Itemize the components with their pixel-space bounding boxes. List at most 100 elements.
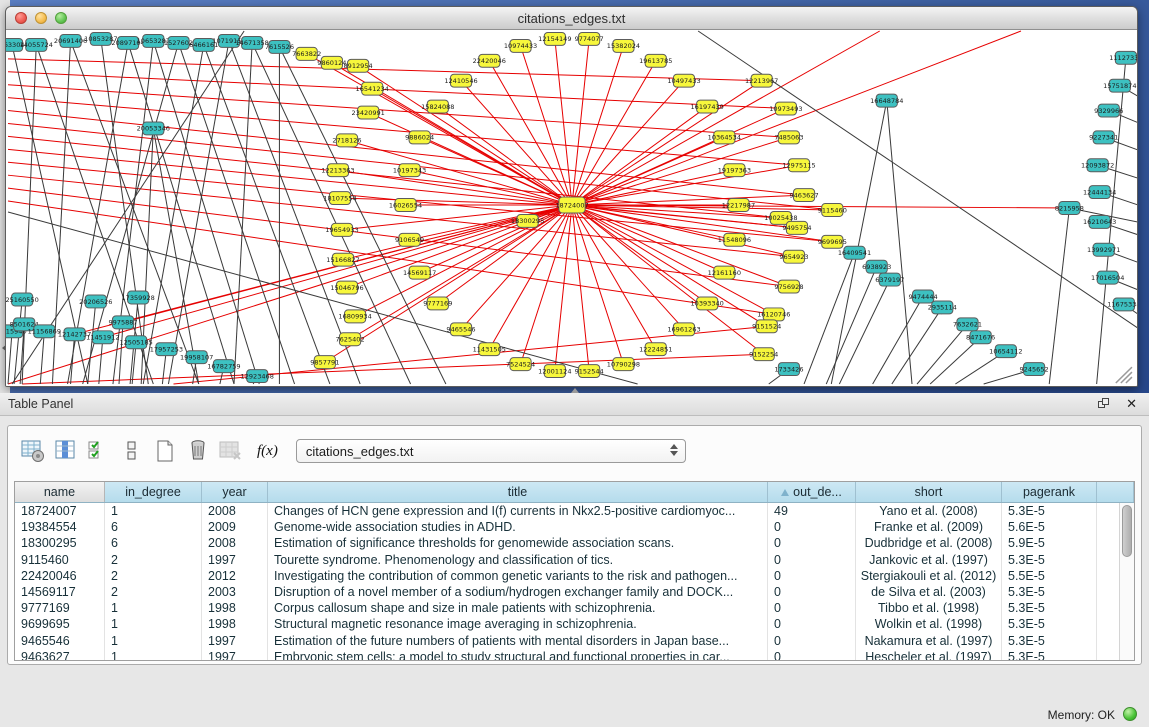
function-builder-button[interactable]: f(x) bbox=[257, 443, 278, 460]
column-header-title[interactable]: title bbox=[268, 482, 768, 502]
graph-node[interactable]: 12224851 bbox=[639, 343, 672, 356]
edge-black[interactable] bbox=[873, 297, 923, 385]
cell-short[interactable]: Franke et al. (2009) bbox=[856, 519, 1002, 535]
cell-year[interactable]: 2008 bbox=[202, 535, 268, 551]
column-header-name[interactable]: name bbox=[15, 482, 105, 502]
graph-node[interactable]: 9106549 bbox=[395, 233, 424, 246]
cell-title[interactable]: Structural magnetic resonance image aver… bbox=[268, 616, 768, 632]
cell-name[interactable]: 14569117 bbox=[15, 584, 105, 600]
graph-node[interactable]: 12213363 bbox=[321, 164, 354, 177]
edge-red[interactable] bbox=[572, 109, 786, 205]
cell-title[interactable]: Changes of HCN gene expression and I(f) … bbox=[268, 503, 768, 519]
cell-title[interactable]: Tourette syndrome. Phenomenology and cla… bbox=[268, 552, 768, 568]
cell-in-degree[interactable]: 6 bbox=[105, 519, 202, 535]
graph-node[interactable]: 11431505 bbox=[473, 343, 506, 356]
cell-out-de-[interactable]: 0 bbox=[768, 568, 856, 584]
graph-node[interactable]: 8912954 bbox=[344, 59, 373, 72]
graph-node[interactable]: 9329966 bbox=[1094, 104, 1123, 117]
cell-name[interactable]: 9777169 bbox=[15, 600, 105, 616]
cell-name[interactable]: 18300295 bbox=[15, 535, 105, 551]
row-height-button[interactable] bbox=[117, 436, 147, 466]
table-row[interactable]: 1830029562008Estimation of significance … bbox=[15, 535, 1134, 551]
graph-node[interactable]: 9463627 bbox=[789, 189, 818, 202]
edge-black[interactable] bbox=[71, 334, 75, 384]
cell-out-de-[interactable]: 0 bbox=[768, 552, 856, 568]
cell-name[interactable]: 19384554 bbox=[15, 519, 105, 535]
graph-node[interactable]: 8471676 bbox=[966, 331, 995, 344]
graph-node[interactable]: 12444134 bbox=[1083, 186, 1116, 199]
graph-node[interactable]: 11548096 bbox=[718, 233, 751, 246]
cell-year[interactable]: 1997 bbox=[202, 552, 268, 568]
cell-in-degree[interactable]: 2 bbox=[105, 568, 202, 584]
delete-table-button[interactable] bbox=[216, 436, 246, 466]
graph-node[interactable]: 9975887 bbox=[108, 316, 137, 329]
graph-node[interactable]: 16120746 bbox=[757, 308, 790, 321]
edge-black[interactable] bbox=[887, 101, 912, 384]
cell-pagerank[interactable]: 5.3E-5 bbox=[1002, 552, 1097, 568]
cell-pagerank[interactable]: 5.3E-5 bbox=[1002, 649, 1097, 661]
graph-node[interactable]: 10790298 bbox=[607, 358, 640, 371]
network-canvas[interactable]: 1872400718300295121541491097443322420046… bbox=[6, 30, 1137, 386]
edge-red[interactable] bbox=[338, 170, 572, 205]
cell-title[interactable]: Corpus callosum shape and size in male p… bbox=[268, 600, 768, 616]
cell-in-degree[interactable]: 1 bbox=[105, 503, 202, 519]
cell-title[interactable]: Estimation of significance thresholds fo… bbox=[268, 535, 768, 551]
cell-pagerank[interactable]: 5.3E-5 bbox=[1002, 600, 1097, 616]
graph-node[interactable]: 7632621 bbox=[953, 318, 982, 331]
cell-year[interactable]: 1998 bbox=[202, 600, 268, 616]
cell-pagerank[interactable]: 5.9E-5 bbox=[1002, 535, 1097, 551]
cell-year[interactable]: 1998 bbox=[202, 616, 268, 632]
graph-node[interactable]: 2718126 bbox=[332, 134, 361, 147]
close-icon[interactable]: ✕ bbox=[1126, 396, 1137, 411]
graph-node[interactable]: 23420991 bbox=[352, 106, 385, 119]
graph-node[interactable]: 17957253 bbox=[150, 343, 183, 356]
graph-node[interactable]: 10393340 bbox=[691, 297, 724, 310]
cell-year[interactable]: 2012 bbox=[202, 568, 268, 584]
graph-node[interactable]: 16648784 bbox=[870, 94, 903, 107]
graph-node[interactable]: 18107554 bbox=[323, 192, 356, 205]
graph-node[interactable]: 11156869 bbox=[28, 325, 61, 338]
cell-short[interactable]: Nakamura et al. (1997) bbox=[856, 633, 1002, 649]
graph-node[interactable]: 9152544 bbox=[575, 365, 604, 378]
graph-node[interactable]: 9756928 bbox=[774, 280, 803, 293]
edge-black[interactable] bbox=[892, 307, 942, 384]
cell-pagerank[interactable]: 5.5E-5 bbox=[1002, 568, 1097, 584]
graph-node[interactable]: 10197343 bbox=[393, 164, 426, 177]
table-row[interactable]: 2242004622012Investigating the contribut… bbox=[15, 568, 1134, 584]
graph-node[interactable]: 9654923 bbox=[779, 250, 808, 263]
graph-node[interactable]: 9151524 bbox=[752, 320, 781, 333]
graph-node[interactable]: 20691406 bbox=[54, 34, 87, 47]
float-panel-icon[interactable] bbox=[1098, 398, 1111, 410]
edge-red[interactable] bbox=[572, 205, 789, 287]
edge-black[interactable] bbox=[1049, 208, 1069, 384]
edge-black[interactable] bbox=[252, 43, 410, 384]
cell-pagerank[interactable]: 5.3E-5 bbox=[1002, 616, 1097, 632]
edge-black[interactable] bbox=[279, 47, 445, 384]
graph-node[interactable]: 19654933 bbox=[325, 223, 358, 236]
cell-name[interactable]: 9115460 bbox=[15, 552, 105, 568]
graph-node[interactable]: 2935114 bbox=[928, 301, 957, 314]
graph-node[interactable]: 12923468 bbox=[241, 370, 274, 383]
cell-short[interactable]: Stergiakouli et al. (2012) bbox=[856, 568, 1002, 584]
graph-node[interactable]: 12154149 bbox=[538, 32, 571, 45]
cell-pagerank[interactable]: 5.3E-5 bbox=[1002, 503, 1097, 519]
graph-node[interactable]: 16961263 bbox=[667, 323, 700, 336]
graph-node[interactable]: 15824088 bbox=[421, 100, 454, 113]
cell-pagerank[interactable]: 5.6E-5 bbox=[1002, 519, 1097, 535]
graph-node[interactable]: 12975115 bbox=[782, 159, 815, 172]
column-header-in-degree[interactable]: in_degree bbox=[105, 482, 202, 502]
graph-node[interactable]: 25160550 bbox=[6, 293, 39, 306]
graph-node[interactable]: 18724007 bbox=[555, 197, 588, 213]
cell-name[interactable]: 18724007 bbox=[15, 503, 105, 519]
graph-node[interactable]: 9774077 bbox=[575, 32, 604, 45]
cell-title[interactable]: Disruption of a novel member of a sodium… bbox=[268, 584, 768, 600]
edge-red[interactable] bbox=[572, 31, 880, 205]
table-row[interactable]: 969969511998Structural magnetic resonanc… bbox=[15, 616, 1134, 632]
cell-out-de-[interactable]: 49 bbox=[768, 503, 856, 519]
graph-node[interactable]: 11127331 bbox=[1109, 51, 1137, 64]
cell-year[interactable]: 2009 bbox=[202, 519, 268, 535]
cell-title[interactable]: Estimation of the future numbers of pati… bbox=[268, 633, 768, 649]
column-header-short[interactable]: short bbox=[856, 482, 1002, 502]
cell-out-de-[interactable]: 0 bbox=[768, 633, 856, 649]
cell-short[interactable]: Hescheler et al. (1997) bbox=[856, 649, 1002, 661]
